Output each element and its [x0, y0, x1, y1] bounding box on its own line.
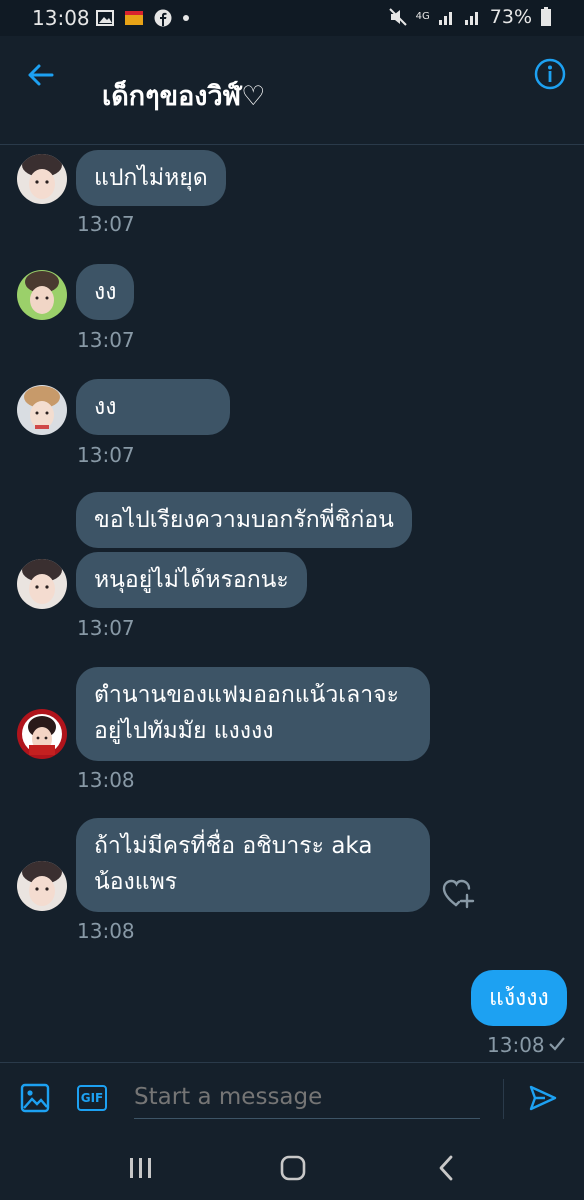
avatar[interactable]	[17, 709, 67, 759]
back-nav-icon[interactable]	[436, 1154, 456, 1182]
message-timestamp: 13:07	[77, 616, 135, 640]
message-line: ตำนานของแฟมออกแน้วเลาจะ	[94, 682, 399, 708]
conversation-title[interactable]: เด็กๆของวิฬ์♡	[102, 74, 265, 117]
composer-divider	[503, 1079, 504, 1119]
avatar[interactable]	[17, 861, 67, 911]
recent-apps-icon[interactable]	[128, 1156, 154, 1180]
like-heart-icon[interactable]	[442, 878, 476, 910]
message-line: น้องแพร	[94, 869, 178, 895]
message-timestamp: 13:08	[77, 919, 135, 943]
message-bubble[interactable]: ตำนานของแฟมออกแน้วเลาจะ อยู่ไปทัมมัย แงง…	[76, 667, 430, 761]
status-time: 13:08	[32, 6, 90, 30]
app-notification-icon	[125, 11, 143, 25]
status-right: 4G 73%	[388, 6, 552, 28]
status-bar: 13:08 4G 73%	[0, 0, 584, 36]
message-bubble[interactable]: แปกไม่หยุด	[76, 150, 226, 206]
system-nav-bar	[0, 1132, 584, 1200]
send-icon[interactable]	[528, 1083, 558, 1113]
mute-icon	[388, 8, 407, 26]
message-line: อยู่ไปทัมมัย แงงงง	[94, 718, 274, 744]
dot-icon	[183, 15, 189, 21]
message-bubble[interactable]: หนุอยู่ไม่ได้หรอกนะ	[76, 552, 307, 608]
gif-button[interactable]: GIF	[77, 1085, 107, 1111]
battery-icon	[541, 7, 551, 26]
conversation-header: เด็กๆของวิฬ์♡	[0, 36, 584, 145]
message-composer: GIF	[0, 1062, 584, 1133]
message-timestamp: 13:08	[77, 768, 135, 792]
image-icon[interactable]	[20, 1083, 50, 1113]
message-timestamp: 13:07	[77, 328, 135, 352]
signal-icon	[438, 12, 452, 25]
avatar[interactable]	[17, 559, 67, 609]
message-bubble-outgoing[interactable]: แง้งงง	[471, 970, 567, 1026]
avatar[interactable]	[17, 154, 67, 204]
info-icon[interactable]	[534, 58, 566, 90]
message-timestamp: 13:07	[77, 443, 135, 467]
message-timestamp: 13:07	[77, 212, 135, 236]
gallery-notification-icon	[96, 10, 114, 26]
home-icon[interactable]	[280, 1155, 306, 1181]
message-bubble[interactable]: งง	[76, 379, 230, 435]
message-bubble[interactable]: งง	[76, 264, 135, 320]
network-type: 4G	[415, 11, 430, 22]
sent-check-icon	[549, 1037, 565, 1051]
message-line: ถ้าไม่มีครที่ชื่อ อชิบาระ aka	[94, 833, 373, 859]
battery-percent: 73%	[489, 6, 532, 28]
arrow-left-icon[interactable]	[24, 58, 58, 92]
signal-icon-2	[464, 12, 478, 25]
message-bubble[interactable]: ขอไปเรียงความบอกรักพี่ชิก่อน	[76, 492, 412, 548]
avatar[interactable]	[17, 385, 67, 435]
message-input[interactable]	[134, 1075, 480, 1119]
facebook-notification-icon	[154, 9, 172, 27]
message-bubble[interactable]: ถ้าไม่มีครที่ชื่อ อชิบาระ aka น้องแพร	[76, 818, 430, 912]
gif-label: GIF	[80, 1091, 104, 1105]
avatar[interactable]	[17, 270, 67, 320]
notification-icons	[96, 8, 190, 28]
message-timestamp: 13:08	[487, 1033, 545, 1057]
